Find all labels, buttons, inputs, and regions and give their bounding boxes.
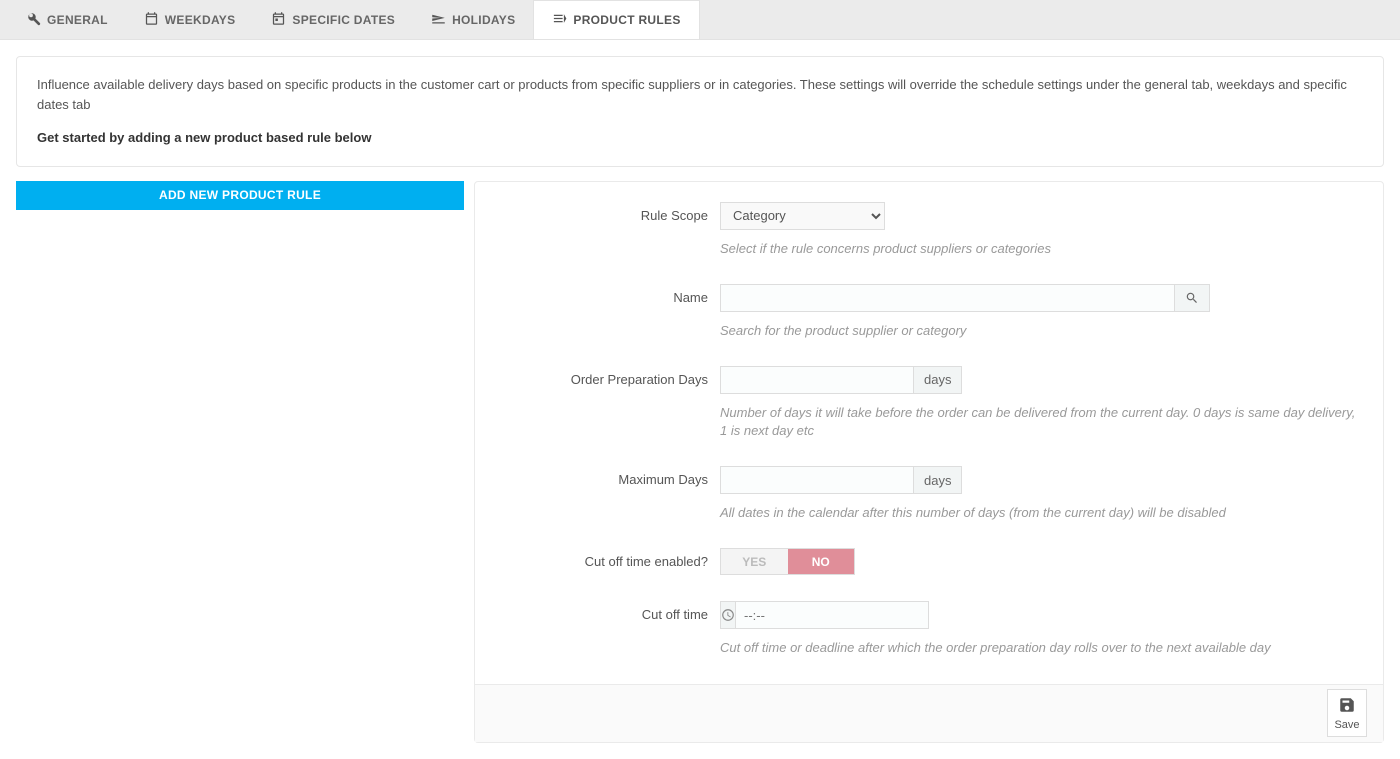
prep-days-help: Number of days it will take before the o… xyxy=(720,404,1363,440)
tab-content: Influence available delivery days based … xyxy=(0,40,1400,759)
tab-holidays[interactable]: HOLIDAYS xyxy=(413,0,533,39)
search-icon-button[interactable] xyxy=(1174,284,1210,312)
max-days-help: All dates in the calendar after this num… xyxy=(720,504,1363,522)
max-days-input[interactable] xyxy=(720,466,913,494)
max-days-addon: days xyxy=(913,466,962,494)
tab-bar: GENERAL WEEKDAYS SPECIFIC DATES HOLIDAYS… xyxy=(0,0,1400,40)
add-new-product-rule-button[interactable]: ADD NEW PRODUCT RULE xyxy=(16,181,464,210)
tab-weekdays[interactable]: WEEKDAYS xyxy=(126,0,254,39)
save-label: Save xyxy=(1334,719,1359,731)
info-description: Influence available delivery days based … xyxy=(37,75,1363,114)
toggle-yes[interactable]: YES xyxy=(721,549,788,574)
cutoff-enabled-label: Cut off time enabled? xyxy=(495,548,720,569)
save-button[interactable]: Save xyxy=(1327,689,1367,737)
tab-label: WEEKDAYS xyxy=(165,13,236,27)
plane-icon xyxy=(431,11,446,29)
sidebar: ADD NEW PRODUCT RULE xyxy=(16,181,464,210)
calendar-day-icon xyxy=(271,11,286,29)
tab-label: HOLIDAYS xyxy=(452,13,515,27)
cutoff-time-help: Cut off time or deadline after which the… xyxy=(720,639,1363,657)
rule-scope-label: Rule Scope xyxy=(495,202,720,223)
rule-scope-select[interactable]: Category xyxy=(720,202,885,230)
toggle-no[interactable]: NO xyxy=(788,549,855,574)
wrench-icon xyxy=(26,11,41,29)
save-icon xyxy=(1338,696,1356,717)
name-label: Name xyxy=(495,284,720,305)
prep-days-addon: days xyxy=(913,366,962,394)
prep-days-label: Order Preparation Days xyxy=(495,366,720,387)
prep-days-input[interactable] xyxy=(720,366,913,394)
name-input[interactable] xyxy=(720,284,1174,312)
tab-product-rules[interactable]: PRODUCT RULES xyxy=(533,0,699,39)
tab-specific-dates[interactable]: SPECIFIC DATES xyxy=(253,0,413,39)
rules-icon xyxy=(552,11,567,29)
calendar-icon xyxy=(144,11,159,29)
tab-label: GENERAL xyxy=(47,13,108,27)
cutoff-time-input[interactable] xyxy=(735,601,929,629)
tab-general[interactable]: GENERAL xyxy=(8,0,126,39)
rule-scope-help: Select if the rule concerns product supp… xyxy=(720,240,1363,258)
info-box: Influence available delivery days based … xyxy=(16,56,1384,167)
tab-label: SPECIFIC DATES xyxy=(292,13,395,27)
info-cta: Get started by adding a new product base… xyxy=(37,128,1363,148)
name-help: Search for the product supplier or categ… xyxy=(720,322,1363,340)
cutoff-time-label: Cut off time xyxy=(495,601,720,622)
form-footer: Save xyxy=(475,684,1383,742)
tab-label: PRODUCT RULES xyxy=(573,13,680,27)
max-days-label: Maximum Days xyxy=(495,466,720,487)
clock-icon xyxy=(720,601,735,629)
product-rule-form: Rule Scope Category Select if the rule c… xyxy=(474,181,1384,743)
cutoff-enabled-toggle[interactable]: YES NO xyxy=(720,548,855,575)
